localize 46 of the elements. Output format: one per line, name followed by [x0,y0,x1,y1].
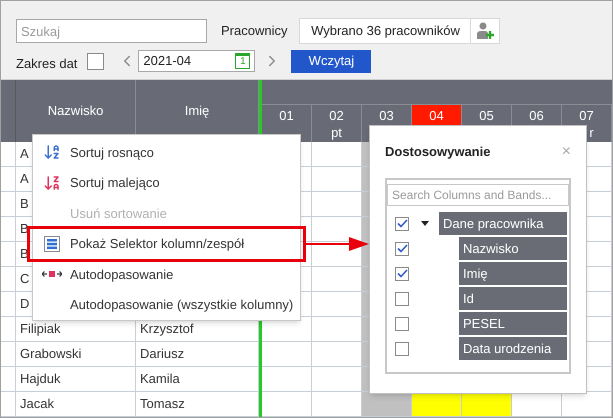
checkbox[interactable] [395,316,409,330]
checkbox[interactable] [395,292,409,306]
column-search-field[interactable]: Search Columns and Bands... [387,184,569,206]
corner-header [1,80,16,142]
pointer-arrow [303,237,369,251]
table-cell: Hajduk [16,367,136,392]
row-indicator[interactable] [1,167,16,192]
row-indicator[interactable] [1,242,16,267]
table-cell: Jacak [16,392,136,417]
checkbox[interactable] [395,216,409,230]
checkbox[interactable] [395,266,409,280]
row-indicator[interactable] [1,392,16,417]
panel-title: Dostosowywanie [385,143,490,162]
row-indicator[interactable] [1,292,16,317]
column-label[interactable]: Nazwisko [459,237,567,260]
checkbox[interactable] [395,242,409,256]
column-label[interactable]: Dane pracownika [439,212,567,235]
table-cell: Grabowski [16,342,136,367]
month-field[interactable]: 2021-04 1 [138,50,256,72]
column-list-icon [44,236,60,252]
row-indicator[interactable] [1,142,16,167]
add-user-button[interactable] [471,18,500,44]
row-indicator[interactable] [1,192,16,217]
row-indicator[interactable] [1,317,16,342]
search-field[interactable]: Szukaj [16,19,207,43]
column-label[interactable]: Id [459,287,567,310]
sort-ascending-icon [42,143,60,162]
column-label[interactable]: PESEL [459,312,567,335]
checkbox[interactable] [395,342,409,356]
column-label[interactable]: Data urodzenia [459,337,567,360]
calendar-icon[interactable]: 1 [235,53,250,69]
column-label[interactable]: Imię [459,262,567,285]
sort-descending-icon [42,174,60,192]
checkbox[interactable] [87,52,104,70]
expand-arrow-icon[interactable] [421,221,429,226]
date-range-label: Zakres dat [16,55,78,74]
day-header: 02 pt [312,104,362,142]
employees-button[interactable]: Wybrano 36 pracowników [299,18,472,44]
row-indicator[interactable] [1,342,16,367]
load-button[interactable]: Wczytaj [291,50,372,72]
row-indicator[interactable] [1,367,16,392]
row-indicator[interactable] [1,217,16,242]
add-user-icon [475,21,496,41]
employees-label: Pracownicy [221,22,288,40]
autofit-icon [42,270,62,278]
row-indicator[interactable] [1,267,16,292]
